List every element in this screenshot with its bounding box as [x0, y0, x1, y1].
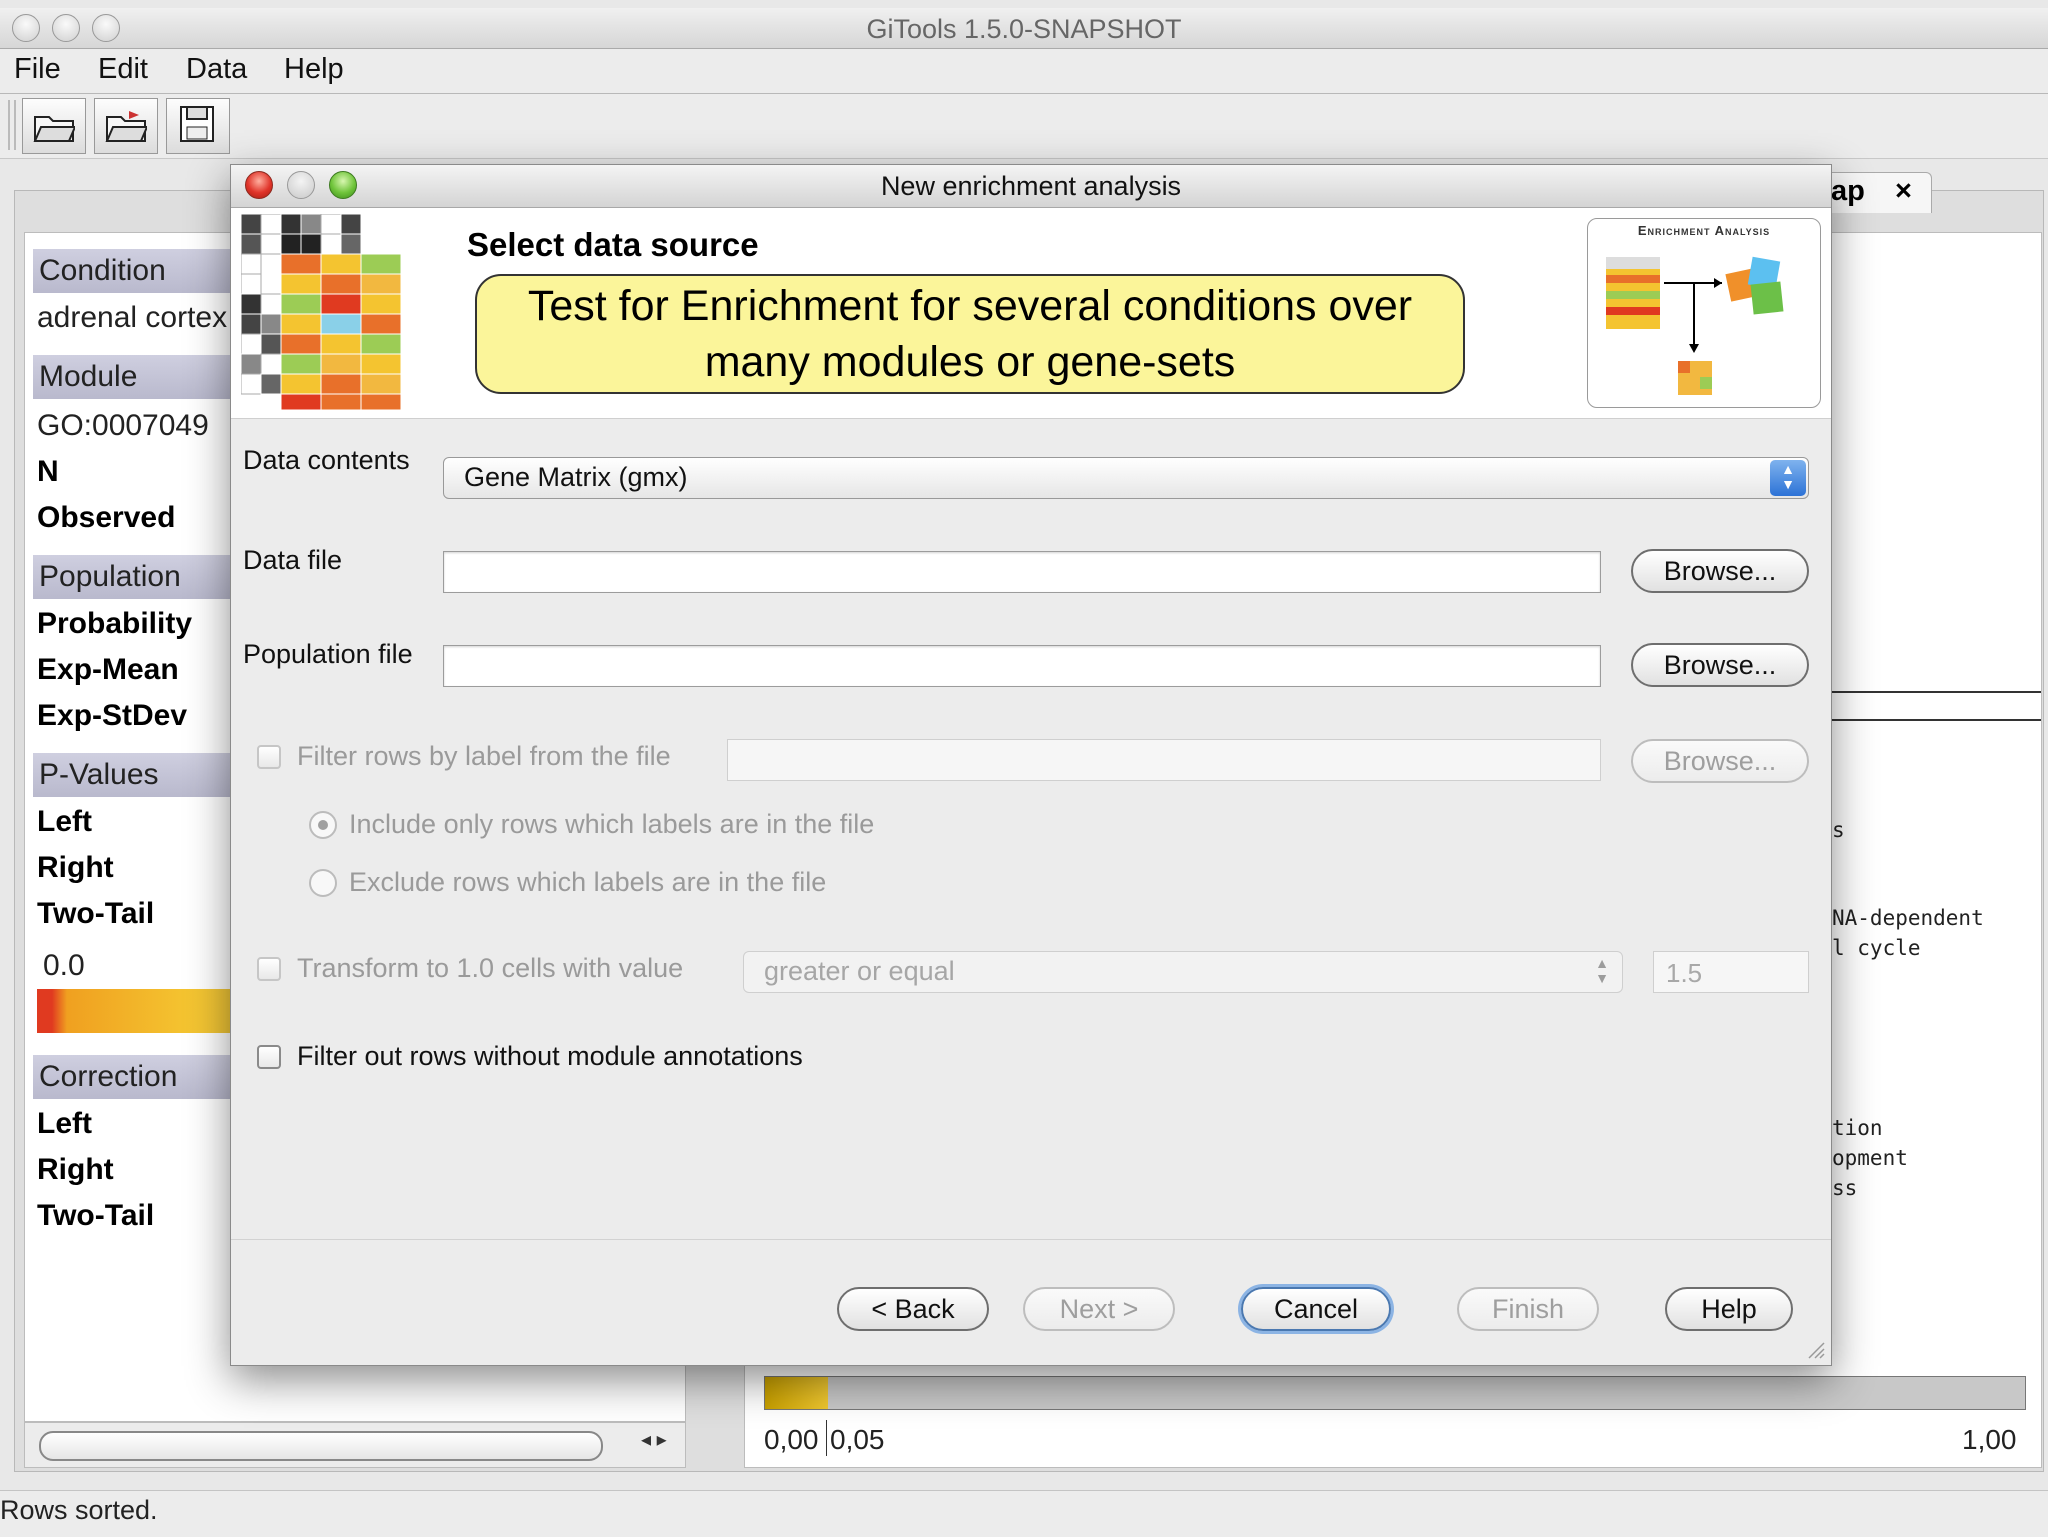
color-scale-fill — [765, 1377, 828, 1409]
enrichment-diagram-icon — [1606, 256, 1784, 395]
row-label-text: l cycle — [1832, 936, 1921, 960]
population-file-input[interactable] — [443, 645, 1601, 687]
dialog-title: New enrichment analysis — [880, 171, 1182, 201]
scale-label-threshold: 0,05 — [830, 1424, 885, 1455]
filter-rows-browse-button[interactable]: Browse... — [1631, 739, 1809, 783]
logo-caption: Enrichment Analysis — [1637, 223, 1771, 238]
include-only-radio[interactable] — [309, 811, 337, 839]
cancel-button[interactable]: Cancel — [1241, 1287, 1391, 1331]
data-contents-label: Data contents — [243, 445, 410, 475]
filter-rows-checkbox[interactable] — [257, 745, 281, 769]
select-arrows-icon: ▲ ▼ — [1770, 460, 1806, 496]
observed-label: Observed — [37, 501, 176, 534]
status-text: Rows sorted. — [0, 1495, 158, 1525]
condition-value: adrenal cortex — [37, 301, 228, 334]
transform-checkbox[interactable] — [257, 957, 281, 981]
filter-out-checkbox[interactable] — [257, 1045, 281, 1069]
data-contents-select[interactable]: Gene Matrix (gmx) ▲ ▼ — [443, 457, 1809, 499]
exclude-radio[interactable] — [309, 869, 337, 897]
color-scale-bar — [764, 1376, 2026, 1410]
footer-divider — [231, 1239, 1831, 1240]
transform-value-input[interactable]: 1.5 — [1653, 951, 1809, 993]
window-titlebar: GiTools 1.5.0-SNAPSHOT — [0, 8, 2048, 49]
menu-file[interactable]: File — [14, 53, 61, 86]
correction-left-label: Left — [37, 1107, 92, 1140]
next-button[interactable]: Next > — [1023, 1287, 1175, 1331]
new-enrichment-dialog: New enrichment analysis Select data sour… — [230, 164, 1832, 1366]
scrollbar-thumb[interactable] — [39, 1431, 603, 1461]
pvalue-left-label: Left — [37, 805, 92, 838]
toolbar-grip[interactable] — [8, 100, 16, 150]
row-label-text: opment — [1832, 1146, 1908, 1170]
correction-right-label: Right — [37, 1153, 114, 1186]
data-file-input[interactable] — [443, 551, 1601, 593]
menu-help[interactable]: Help — [284, 53, 344, 86]
finish-button[interactable]: Finish — [1457, 1287, 1599, 1331]
pvalue-two-tail-label: Two-Tail — [37, 897, 155, 930]
exp-mean-label: Exp-Mean — [37, 653, 179, 686]
row-label-text: NA-dependent — [1832, 906, 1984, 930]
transform-condition-value: greater or equal — [764, 956, 955, 986]
tab-close-icon[interactable]: × — [1895, 175, 1912, 208]
menu-edit[interactable]: Edit — [98, 53, 148, 86]
save-button[interactable] — [166, 98, 230, 154]
open-recent-icon — [105, 111, 147, 142]
population-file-label: Population file — [243, 639, 413, 669]
population-file-browse-button[interactable]: Browse... — [1631, 643, 1809, 687]
window-title: GiTools 1.5.0-SNAPSHOT — [866, 14, 1182, 44]
tab-label: ap — [1831, 175, 1865, 207]
divider-line — [1825, 691, 2041, 693]
status-bar: Rows sorted. — [0, 1490, 2048, 1537]
heatmap-graphic-icon — [241, 214, 402, 410]
filter-out-label: Filter out rows without module annotatio… — [297, 1041, 803, 1071]
n-label: N — [37, 455, 59, 488]
annotation-callout: Test for Enrichment for several conditio… — [475, 274, 1465, 394]
resize-grip-icon[interactable] — [1807, 1341, 1825, 1359]
divider-line — [1825, 719, 2041, 721]
row-label-text: tion — [1832, 1116, 1883, 1140]
menu-bar: File Edit Data Help — [0, 49, 2048, 94]
save-icon — [180, 106, 214, 142]
pvalue-right-label: Right — [37, 851, 114, 884]
scroll-arrows-icon[interactable]: ◂ ▸ — [641, 1427, 667, 1452]
back-button[interactable]: < Back — [837, 1287, 989, 1331]
toolbar — [0, 94, 2048, 159]
filter-rows-label: Filter rows by label from the file — [297, 741, 671, 771]
scale-tick — [826, 1420, 827, 1456]
correction-two-tail-label: Two-Tail — [37, 1199, 155, 1232]
data-contents-value: Gene Matrix (gmx) — [464, 462, 688, 492]
callout-line-1: Test for Enrichment for several conditio… — [527, 282, 1413, 330]
scale-label-min: 0,00 — [764, 1424, 819, 1455]
data-file-label: Data file — [243, 545, 343, 575]
open-folder-icon — [33, 116, 75, 142]
transform-value: 1.5 — [1666, 958, 1703, 988]
open-button[interactable] — [22, 98, 86, 154]
enrichment-analysis-logo: Enrichment Analysis — [1587, 218, 1821, 408]
module-value: GO:0007049 — [37, 409, 209, 442]
transform-label: Transform to 1.0 cells with value — [297, 953, 684, 983]
scale-value: 0.0 — [43, 949, 85, 982]
probability-label: Probability — [37, 607, 193, 640]
include-only-label: Include only rows which labels are in th… — [349, 809, 875, 839]
callout-line-2: many modules or gene-sets — [704, 338, 1236, 386]
select-arrows-icon: ▲ ▼ — [1595, 955, 1609, 986]
exp-stdev-label: Exp-StDev — [37, 699, 188, 732]
filter-rows-file-input[interactable] — [727, 739, 1601, 781]
help-button[interactable]: Help — [1665, 1287, 1793, 1331]
step-heading: Select data source — [467, 226, 759, 263]
horizontal-scrollbar[interactable]: ◂ ▸ — [24, 1422, 686, 1468]
data-file-browse-button[interactable]: Browse... — [1631, 549, 1809, 593]
transform-condition-select[interactable]: greater or equal ▲ ▼ — [743, 951, 1623, 993]
row-label-text: s — [1832, 818, 1845, 842]
menu-data[interactable]: Data — [186, 53, 247, 86]
exclude-label: Exclude rows which labels are in the fil… — [349, 867, 827, 897]
row-label-text: ss — [1832, 1176, 1858, 1200]
dialog-header: Select data source Test for Enrichment f… — [231, 208, 1831, 419]
open-recent-button[interactable] — [94, 98, 158, 154]
dialog-titlebar: New enrichment analysis — [231, 165, 1831, 208]
scale-label-max: 1,00 — [1962, 1424, 2017, 1455]
